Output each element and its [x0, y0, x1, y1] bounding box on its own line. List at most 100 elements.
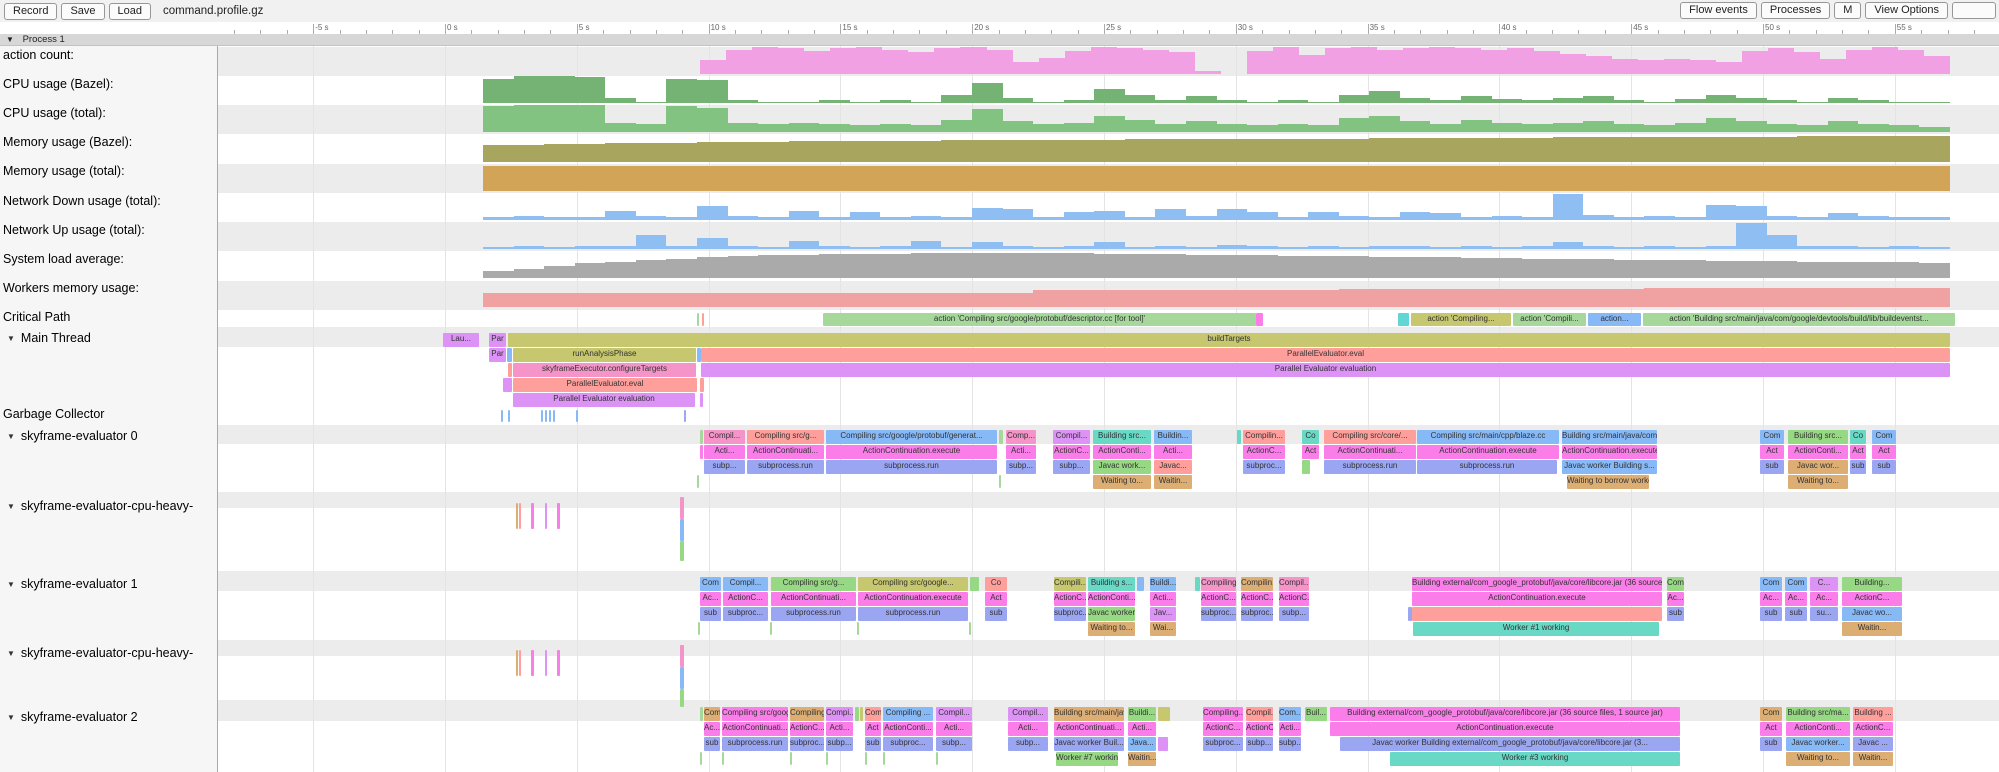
trace-span[interactable] — [1158, 737, 1168, 751]
trace-span[interactable]: Compilin... — [1243, 430, 1285, 444]
trace-span[interactable]: Waiting to... — [1788, 475, 1848, 489]
trace-span[interactable]: Co — [1302, 430, 1319, 444]
trace-span[interactable]: Com — [704, 707, 720, 721]
trace-span[interactable]: Compil... — [1008, 707, 1048, 721]
trace-span[interactable]: action 'Compiling src/google/protobuf/de… — [823, 313, 1256, 326]
trace-span[interactable]: ActionContinuati... — [747, 445, 824, 459]
trace-span[interactable] — [700, 445, 703, 459]
trace-span[interactable] — [507, 348, 512, 362]
trace-span[interactable] — [516, 650, 518, 676]
trace-span[interactable] — [503, 378, 512, 392]
trace-span[interactable]: sub — [1667, 607, 1684, 621]
process-header[interactable]: ▼ Process 1 — [0, 34, 1999, 46]
track-label-skyframe-evaluator-2[interactable]: ▼skyframe-evaluator 2 — [3, 710, 138, 724]
trace-span[interactable]: sub — [704, 737, 720, 751]
trace-span[interactable]: Building external/com_google_protobuf/ja… — [1330, 707, 1680, 721]
trace-span[interactable]: Javac ... — [1853, 737, 1893, 751]
trace-span[interactable] — [855, 707, 859, 721]
trace-span[interactable]: action... — [1588, 313, 1641, 326]
trace-span[interactable] — [1137, 577, 1144, 591]
trace-span[interactable]: subp... — [1053, 460, 1090, 474]
trace-span[interactable] — [865, 752, 867, 765]
trace-span[interactable]: ActionContinuati... — [1054, 722, 1124, 736]
trace-span[interactable] — [576, 410, 578, 422]
trace-span[interactable]: Compiling ... — [1201, 577, 1236, 591]
trace-span[interactable]: ActionConti... — [1786, 722, 1850, 736]
trace-span[interactable]: subproc... — [883, 737, 933, 751]
trace-span[interactable]: Act — [985, 592, 1007, 606]
trace-span[interactable]: Act — [1760, 722, 1782, 736]
trace-span[interactable] — [680, 519, 684, 541]
trace-span[interactable]: ActionC... — [1054, 592, 1086, 606]
trace-span[interactable]: Waiting to... — [1786, 752, 1850, 766]
counter-workers-memory-usage[interactable] — [483, 280, 1950, 307]
trace-span[interactable]: ActionContinuation.execute — [858, 592, 968, 606]
counter-system-load-average[interactable] — [483, 251, 1950, 278]
trace-span[interactable] — [700, 752, 702, 765]
trace-span[interactable]: Waiting to... — [1088, 622, 1135, 636]
trace-span[interactable] — [680, 645, 684, 667]
trace-span[interactable]: Building ... — [1853, 707, 1893, 721]
trace-span[interactable]: Par — [489, 348, 506, 362]
trace-span[interactable]: subprocess.run — [826, 460, 997, 474]
trace-span[interactable]: Ac... — [1785, 592, 1807, 606]
trace-span[interactable]: Parallel Evaluator evaluation — [701, 363, 1950, 377]
trace-span[interactable]: ActionContinuati... — [722, 722, 788, 736]
trace-span[interactable]: subprocess.run — [722, 737, 788, 751]
collapse-arrow-icon[interactable]: ▼ — [7, 502, 15, 511]
trace-span[interactable]: ActionConti... — [1093, 445, 1151, 459]
trace-span[interactable]: sub — [1872, 460, 1896, 474]
trace-span[interactable] — [700, 430, 703, 444]
trace-span[interactable]: skyframeExecutor.configureTargets — [513, 363, 696, 377]
trace-span[interactable]: ActionContinuati... — [771, 592, 856, 606]
trace-span[interactable]: sub — [1785, 607, 1807, 621]
trace-span[interactable]: Compiling ... — [883, 707, 933, 721]
trace-span[interactable]: Ac... — [1760, 592, 1782, 606]
trace-span[interactable]: buildTargets — [508, 333, 1950, 347]
trace-span[interactable]: Compiling... — [790, 707, 824, 721]
counter-cpu-usage-bazel[interactable] — [483, 76, 1950, 103]
trace-span[interactable]: Waitin... — [1842, 622, 1902, 636]
trace-span[interactable]: Compiling src/g... — [771, 577, 856, 591]
trace-span[interactable]: subprocess.run — [1324, 460, 1416, 474]
trace-span[interactable]: sub — [1760, 460, 1784, 474]
trace-span[interactable]: Compiling src/core/... — [1324, 430, 1416, 444]
trace-span[interactable]: Ac... — [1667, 592, 1684, 606]
trace-span[interactable]: sub — [700, 607, 721, 621]
trace-span[interactable]: ActionC... — [1842, 592, 1902, 606]
trace-span[interactable]: Com — [1872, 430, 1896, 444]
trace-span[interactable] — [770, 622, 772, 635]
metadata-button[interactable]: M — [1834, 2, 1861, 19]
trace-span[interactable] — [531, 650, 534, 676]
trace-span[interactable]: subprocess.run — [771, 607, 856, 621]
trace-span[interactable] — [519, 650, 521, 676]
trace-span[interactable] — [508, 363, 512, 377]
trace-span[interactable] — [790, 752, 792, 765]
trace-span[interactable]: subp... — [826, 737, 853, 751]
trace-span[interactable]: Waiting to borrow worker — [1567, 475, 1649, 489]
processes-button[interactable]: Processes — [1761, 2, 1830, 19]
trace-span[interactable]: Acti... — [1279, 722, 1301, 736]
trace-span[interactable]: ActionC... — [1243, 445, 1285, 459]
trace-span[interactable]: ActionC... — [790, 722, 824, 736]
trace-span[interactable]: Act — [865, 722, 881, 736]
trace-span[interactable]: Buildi... — [1150, 577, 1176, 591]
trace-span[interactable]: Buil... — [1305, 707, 1327, 721]
trace-span[interactable] — [700, 378, 704, 392]
trace-span[interactable]: Building src/main/java/com/go... — [1562, 430, 1657, 444]
trace-span[interactable]: Compilin... — [1241, 577, 1273, 591]
trace-span[interactable]: Waitin... — [1128, 752, 1156, 766]
trace-span[interactable]: Compiling src/google... — [722, 707, 788, 721]
trace-span[interactable]: action 'Compili... — [1513, 313, 1586, 326]
trace-span[interactable] — [1195, 577, 1200, 591]
trace-span[interactable]: subprocess.run — [858, 607, 968, 621]
trace-span[interactable]: Compiling src/google... — [858, 577, 968, 591]
trace-span[interactable] — [531, 503, 534, 529]
trace-span[interactable] — [1237, 430, 1241, 444]
trace-span[interactable]: su... — [1810, 607, 1838, 621]
track-label-skyframe-evaluator-cpu-heavy[interactable]: ▼skyframe-evaluator-cpu-heavy- — [3, 499, 193, 513]
trace-span[interactable] — [857, 622, 859, 635]
collapse-arrow-icon[interactable]: ▼ — [7, 580, 15, 589]
trace-span[interactable] — [999, 430, 1003, 444]
trace-span[interactable]: Acti... — [704, 445, 745, 459]
